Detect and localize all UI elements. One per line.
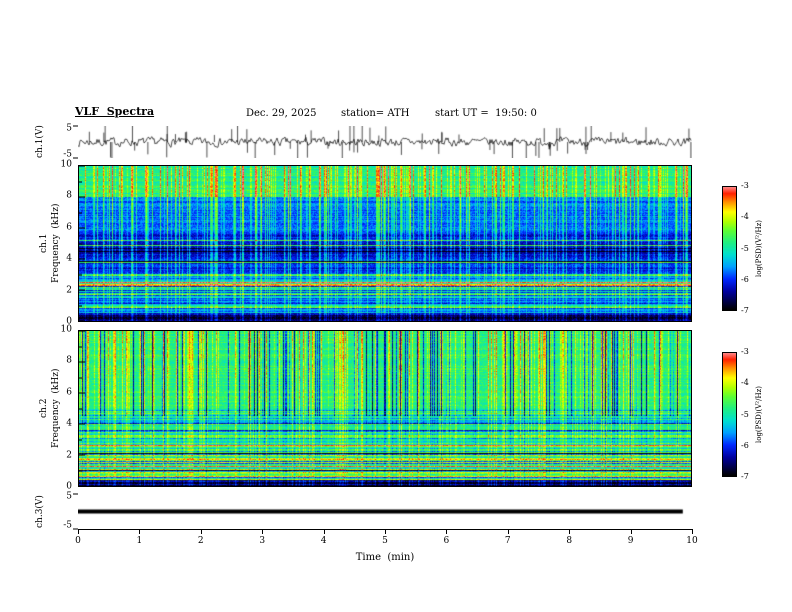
- axis-tick: [79, 289, 85, 291]
- axis-tick: [385, 529, 386, 534]
- ch3-waveform-plot: [78, 494, 692, 529]
- ch1-waveform-plot: [78, 126, 692, 158]
- station-label: station= ATH: [341, 108, 410, 119]
- ch2-spectrogram-plot: [79, 331, 691, 486]
- ch1-spectrogram-plot: [79, 166, 691, 321]
- tick-label: 3: [259, 536, 266, 546]
- axis-tick: [79, 196, 85, 198]
- tick-label: -7: [741, 306, 749, 315]
- tick-label: 8: [66, 355, 72, 366]
- tick-label: 0: [75, 536, 81, 546]
- axis-tick: [262, 529, 264, 534]
- axis-tick: [79, 408, 82, 409]
- tick-label: -3: [741, 347, 749, 356]
- tick-label: 10: [686, 536, 698, 546]
- tick-label: -3: [741, 181, 749, 190]
- axis-tick: [79, 243, 82, 244]
- spec1-y-tick-labels: 10 8 6 4 2 0: [56, 160, 72, 326]
- axis-tick: [79, 485, 85, 487]
- axis-tick: [323, 529, 325, 534]
- vlf-spectra-figure: VLF Spectra Dec. 29, 2025 station= ATH s…: [0, 0, 792, 612]
- tick-label: 1: [136, 536, 143, 546]
- tick-label: -5: [741, 243, 749, 253]
- colorbar-ch2-tick-labels: -3 -4 -5 -6 -7: [741, 348, 755, 481]
- figure-title: VLF Spectra: [75, 105, 155, 118]
- colorbar-ch1-tick-labels: -3 -4 -5 -6 -7: [741, 182, 755, 315]
- time-axis-label: Time (min): [355, 552, 415, 563]
- axis-tick: [692, 529, 693, 534]
- tick-label: -5: [741, 409, 749, 419]
- ch1-waveform-panel: [73, 125, 692, 159]
- tick-label: 2: [66, 285, 72, 296]
- axis-tick: [79, 330, 85, 332]
- ch1-volt-tick-labels: 5 -5: [58, 123, 72, 160]
- ch2-spectrogram-panel: [78, 330, 692, 487]
- axis-tick: [79, 274, 82, 275]
- axis-tick: [79, 212, 82, 213]
- tick-label: 7: [504, 536, 511, 546]
- axis-tick: [73, 157, 78, 159]
- tick-label: -4: [741, 378, 749, 388]
- tick-label: 4: [66, 418, 72, 429]
- ch3-waveform-panel: [73, 493, 693, 534]
- axis-tick: [78, 529, 79, 534]
- ch3-volt-tick-labels: 5 -5: [58, 491, 72, 531]
- colorbar-ch1: [722, 186, 737, 311]
- tick-label: -4: [741, 212, 749, 222]
- axis-tick: [73, 125, 78, 127]
- start-ut-label: start UT = 19:50: 0: [435, 108, 537, 119]
- axis-tick: [79, 423, 85, 425]
- tick-label: 6: [443, 536, 450, 546]
- colorbar-ch1-gradient: [723, 187, 736, 310]
- tick-label: 10: [60, 159, 72, 170]
- tick-label: 8: [566, 536, 573, 546]
- tick-label: 4: [66, 253, 72, 264]
- ch3-volt-axis-label: ch.3(V): [35, 495, 45, 529]
- colorbar-ch2-gradient: [723, 353, 736, 476]
- axis-tick: [79, 470, 82, 471]
- tick-label: 4: [320, 536, 327, 546]
- tick-label: 2: [197, 536, 204, 546]
- axis-tick: [79, 305, 82, 306]
- axis-tick: [79, 165, 85, 167]
- axis-tick: [79, 392, 85, 394]
- axis-tick: [507, 529, 509, 534]
- tick-label: 5: [66, 491, 72, 502]
- tick-label: -6: [741, 274, 749, 284]
- tick-label: 5: [66, 123, 72, 134]
- tick-label: 6: [66, 222, 72, 233]
- axis-tick: [73, 493, 78, 495]
- axis-tick: [79, 227, 85, 229]
- axis-tick: [79, 346, 82, 347]
- axis-tick: [79, 454, 85, 456]
- axis-tick: [79, 439, 82, 440]
- tick-label: -5: [63, 520, 72, 531]
- axis-tick: [79, 181, 82, 182]
- axis-tick: [79, 361, 85, 363]
- colorbar-ch2: [722, 352, 737, 477]
- tick-label: 0: [66, 481, 72, 492]
- axis-tick: [139, 529, 141, 534]
- tick-label: 10: [60, 324, 72, 335]
- ch1-volt-axis-label: ch.1(V): [35, 125, 45, 158]
- axis-tick: [79, 320, 85, 322]
- colorbar-ch1-label: log(PSD)(V²/Hz): [755, 220, 763, 277]
- axis-tick: [79, 377, 82, 378]
- axis-tick: [446, 529, 448, 534]
- axis-tick: [630, 529, 632, 534]
- tick-label: 9: [627, 536, 634, 546]
- axis-tick: [79, 258, 85, 260]
- spec2-y-tick-labels: 10 8 6 4 2 0: [56, 325, 72, 491]
- tick-label: 2: [66, 450, 72, 461]
- tick-label: -6: [741, 440, 749, 450]
- colorbar-ch2-label: log(PSD)(V²/Hz): [755, 386, 763, 443]
- tick-label: 8: [66, 190, 72, 201]
- date-label: Dec. 29, 2025: [246, 108, 317, 119]
- tick-label: -7: [741, 472, 749, 481]
- axis-tick: [569, 529, 571, 534]
- axis-tick: [200, 529, 202, 534]
- ch1-spectrogram-panel: [78, 165, 692, 322]
- tick-label: 5: [382, 536, 388, 546]
- tick-label: 6: [66, 387, 72, 398]
